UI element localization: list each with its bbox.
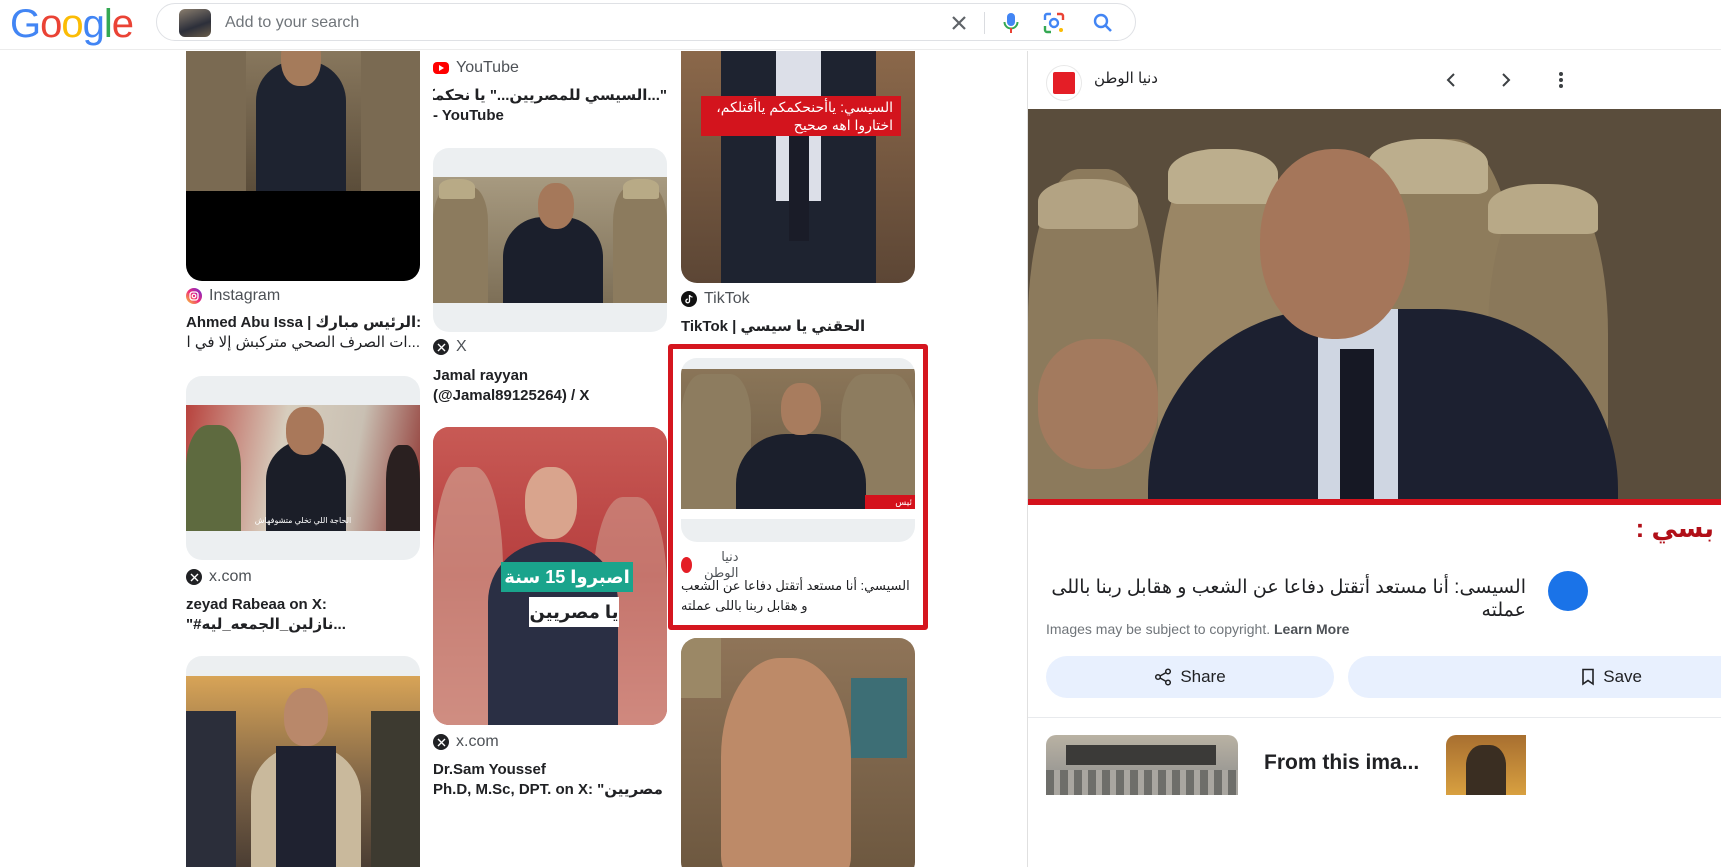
- copyright-text: Images may be subject to copyright.: [1046, 621, 1271, 637]
- lens-icon[interactable]: [1042, 11, 1066, 35]
- dunya-alwatan-icon: [1053, 72, 1075, 94]
- bookmark-icon: [1582, 668, 1595, 686]
- result-image: الحاجة اللي تخلي متشوفهاش: [186, 405, 420, 531]
- learn-more-link[interactable]: Learn More: [1274, 621, 1349, 637]
- search-icon[interactable]: [1091, 11, 1115, 35]
- result-title-line: الحقني يا سيسي | TikTok: [681, 318, 866, 335]
- result-image: [433, 177, 667, 303]
- result-title-line: - YouTube: [433, 107, 504, 124]
- search-box[interactable]: [156, 3, 1136, 41]
- more-vert-icon: [1559, 72, 1563, 88]
- result-source[interactable]: YouTube: [433, 59, 519, 77]
- preview-image[interactable]: بسي :: [1028, 109, 1721, 551]
- result-source[interactable]: TikTok: [681, 290, 750, 308]
- previous-button[interactable]: [1436, 65, 1466, 95]
- related-image-thumbnail[interactable]: [1046, 735, 1238, 795]
- panel-source-name[interactable]: دنيا الوطن: [1094, 69, 1158, 87]
- result-source[interactable]: Instagram: [186, 287, 280, 305]
- result-source[interactable]: X: [433, 338, 467, 356]
- share-button[interactable]: Share: [1046, 656, 1334, 698]
- result-thumbnail[interactable]: السيسي: ياأحنحكمكم ياأقتلكم، اختاروا اهه…: [681, 51, 915, 283]
- result-thumbnail[interactable]: [186, 656, 420, 867]
- next-button[interactable]: [1491, 65, 1521, 95]
- top-bar: Google: [0, 0, 1721, 50]
- preview-overlay-text: بسي :: [1635, 513, 1714, 543]
- google-logo[interactable]: Google: [10, 4, 134, 44]
- search-image-thumbnail[interactable]: [179, 9, 211, 37]
- more-options-button[interactable]: [1546, 65, 1576, 95]
- result-title[interactable]: Jamal rayyan (@Jamal89125264) / X: [433, 366, 667, 406]
- image-overlay-text: اصبروا 15 سنة: [501, 562, 633, 592]
- result-image: [186, 51, 420, 191]
- result-thumbnail[interactable]: [681, 638, 915, 867]
- image-preview-panel: دنيا الوطن بسي : السيسى: أنا مستعد أتقتل…: [1027, 51, 1721, 867]
- youtube-icon: [433, 62, 449, 74]
- result-thumbnail[interactable]: [433, 148, 667, 332]
- result-title[interactable]: zeyad Rabeaa on X: "#نازلين_الجمعه_ليه..…: [186, 595, 420, 635]
- save-label: Save: [1603, 667, 1642, 686]
- result-title-line: (@Jamal89125264) / X: [433, 387, 590, 404]
- search-input[interactable]: [225, 12, 925, 34]
- panel-divider: [1028, 717, 1721, 718]
- result-title-line: "...السيسي للمصريين..." يا نحكمكم..يا نق…: [433, 87, 667, 104]
- result-title-line: Ph.D, M.Sc, DPT. on X: "يا مصريين...: [433, 781, 667, 798]
- result-thumbnail[interactable]: الحاجة اللي تخلي متشوفهاش: [186, 376, 420, 560]
- search-divider: [984, 12, 985, 34]
- source-name: x.com: [456, 733, 499, 750]
- related-image-thumbnail[interactable]: [1446, 735, 1526, 795]
- chevron-right-icon: [1502, 73, 1511, 87]
- result-title[interactable]: الحقني يا سيسي | TikTok: [681, 317, 915, 337]
- copyright-notice: Images may be subject to copyright. Lear…: [1046, 621, 1349, 637]
- result-image: [186, 676, 420, 867]
- result-title-line: Jamal rayyan: [433, 367, 529, 384]
- x-icon: [433, 734, 449, 750]
- result-title[interactable]: "...السيسي للمصريين..." يا نحكمكم..يا نق…: [433, 86, 667, 126]
- result-source[interactable]: x.com: [433, 733, 499, 751]
- preview-title[interactable]: السيسى: أنا مستعد أتقتل دفاعا عن الشعب و…: [1046, 576, 1526, 622]
- result-image: اصبروا 15 سنة يا مصريين: [433, 427, 667, 725]
- result-title-line: Dr.Sam Youssef: [433, 761, 546, 778]
- result-title-line: Ahmed Abu Issa | الرئيس مبارك:: [186, 314, 420, 331]
- result-image: [681, 638, 915, 867]
- x-icon: [433, 339, 449, 355]
- chevron-left-icon: [1446, 73, 1455, 87]
- source-logo[interactable]: [1046, 65, 1082, 101]
- result-title-line: ...ات الصرف الصحي متركبش إلا في الأخر،: [186, 334, 420, 351]
- image-overlay-text: السيسي: ياأحنحكمكم ياأقتلكم، اختاروا اهه…: [701, 96, 901, 136]
- result-title-line: "#نازلين_الجمعه_ليه...: [186, 616, 346, 633]
- share-icon: [1155, 668, 1172, 686]
- source-name: x.com: [209, 568, 252, 585]
- result-source[interactable]: x.com: [186, 568, 252, 586]
- source-name: X: [456, 338, 467, 355]
- x-icon: [186, 569, 202, 585]
- result-title[interactable]: Ahmed Abu Issa | الرئيس مبارك: ...ات الص…: [186, 313, 420, 353]
- source-name: TikTok: [704, 290, 750, 307]
- instagram-icon: [186, 288, 202, 304]
- result-thumbnail[interactable]: [186, 51, 420, 281]
- from-this-image-title: From this ima...: [1264, 751, 1420, 774]
- source-name: Instagram: [209, 287, 281, 304]
- source-name: YouTube: [456, 59, 519, 76]
- share-label: Share: [1180, 667, 1226, 686]
- result-image: السيسي: ياأحنحكمكم ياأقتلكم، اختاروا اهه…: [681, 51, 915, 283]
- selection-highlight: [668, 344, 928, 630]
- result-thumbnail[interactable]: اصبروا 15 سنة يا مصريين: [433, 427, 667, 725]
- visit-button[interactable]: [1548, 571, 1588, 611]
- tiktok-icon: [681, 291, 697, 307]
- save-button[interactable]: Save: [1348, 656, 1721, 698]
- microphone-icon[interactable]: [999, 11, 1023, 35]
- image-overlay-text: الحاجة اللي تخلي متشوفهاش: [254, 516, 352, 525]
- image-overlay-text: يا مصريين: [529, 597, 619, 627]
- result-title[interactable]: Dr.Sam Youssef Ph.D, M.Sc, DPT. on X: "ي…: [433, 760, 667, 800]
- result-title-line: zeyad Rabeaa on X:: [186, 596, 327, 613]
- clear-icon[interactable]: [947, 11, 971, 35]
